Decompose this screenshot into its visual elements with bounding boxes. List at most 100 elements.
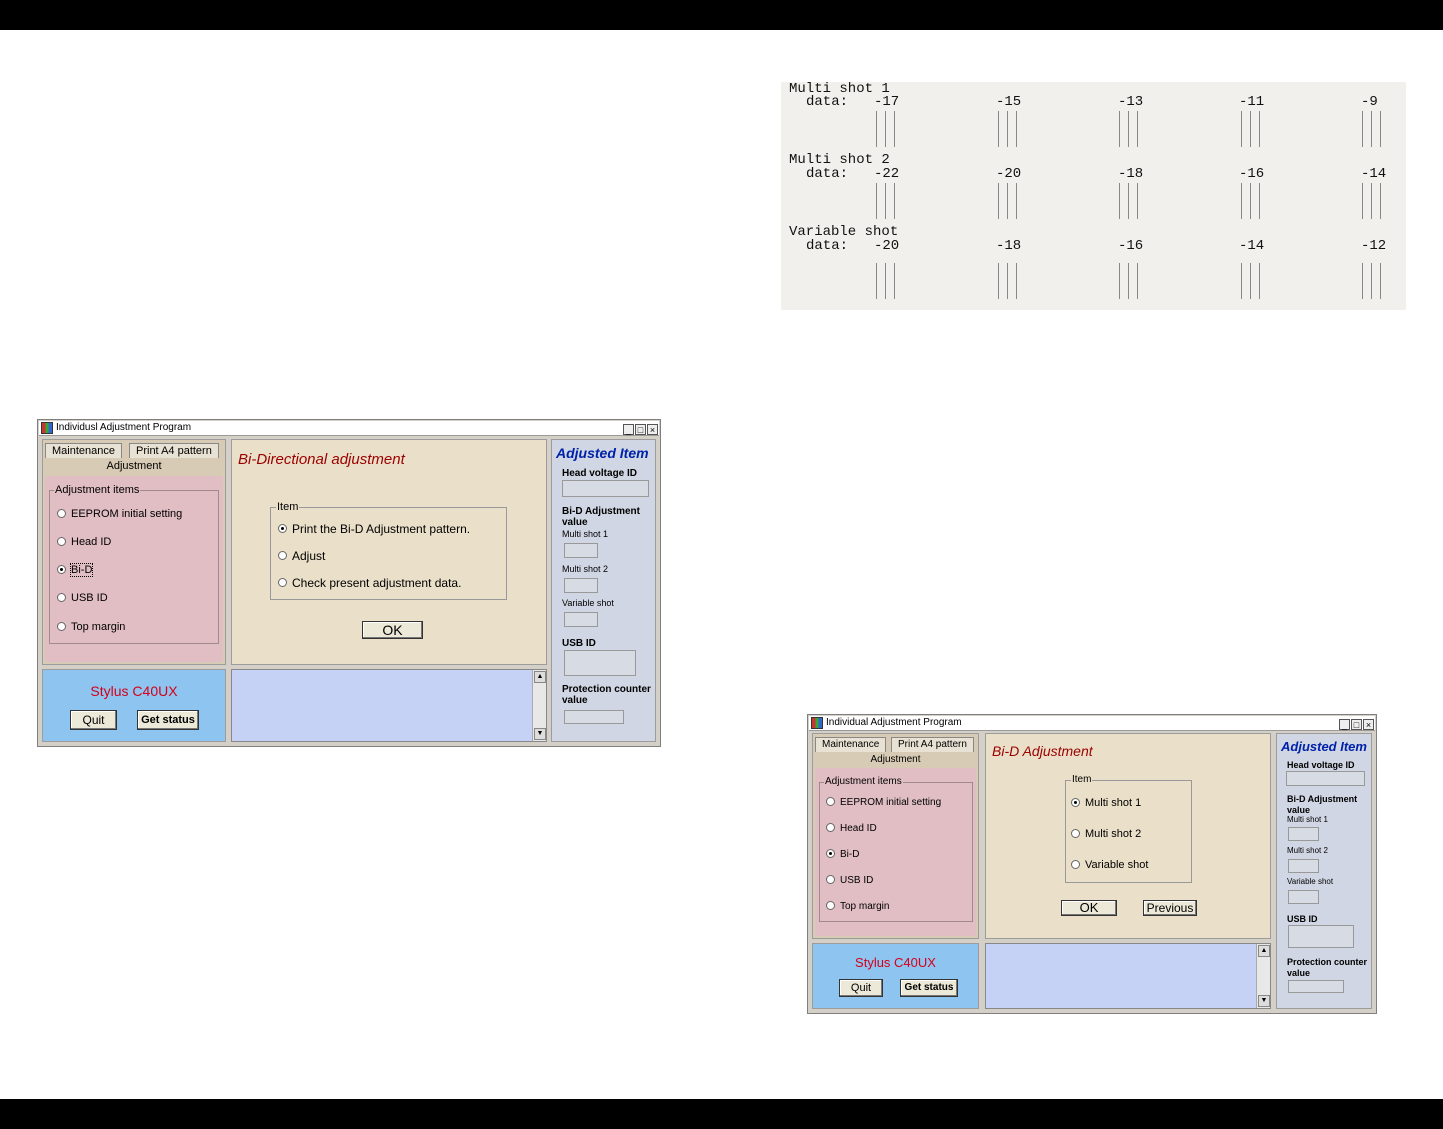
tab-maintenance[interactable]: Maintenance [815,737,887,752]
radio-print-pattern[interactable]: Print the Bi-D Adjustment pattern. [278,522,470,536]
variable-shot-field [1288,890,1319,904]
maximize-icon[interactable]: □ [635,424,646,435]
radio-bi-d[interactable]: Bi-D [57,563,94,577]
adjustment-items-group: Adjustment items EEPROM initial setting … [819,775,973,922]
radio-head-id[interactable]: Head ID [57,535,111,549]
scrollbar[interactable]: ▲ ▼ [532,670,546,741]
radio-check-data[interactable]: Check present adjustment data. [278,576,461,590]
scrollbar[interactable]: ▲ ▼ [1256,944,1270,1008]
adjusted-item-title: Adjusted Item [1281,739,1367,754]
pattern-lines [1241,183,1267,219]
adjustment-window-2: Individual Adjustment Program _ □ × Mainte… [807,714,1377,1014]
radio-top-margin[interactable]: Top margin [826,900,889,914]
pattern-row-label: data: [806,94,849,110]
minimize-icon[interactable]: _ [1339,719,1350,730]
item-group: Item Multi shot 1 Multi shot 2 Variable … [1065,773,1192,883]
radio-head-id[interactable]: Head ID [826,822,877,836]
radio-icon [826,822,835,832]
multi-shot-1-label: Multi shot 1 [1287,815,1328,824]
pattern-lines [1362,263,1388,299]
radio-variable-shot[interactable]: Variable shot [1071,858,1148,872]
close-icon[interactable]: × [1363,719,1374,730]
quit-button[interactable]: Quit [839,979,883,997]
adjusted-item-panel: Adjusted Item Head voltage ID Bi-D Adjus… [551,439,656,742]
pattern-lines [1241,111,1267,147]
get-status-button[interactable]: Get status [900,979,958,997]
pattern-value: -14 [1239,238,1265,254]
pattern-lines [998,111,1024,147]
pattern-lines [876,183,902,219]
radio-top-margin[interactable]: Top margin [57,620,125,634]
multi-shot-1-label: Multi shot 1 [562,529,609,539]
scroll-up-icon[interactable]: ▲ [1258,945,1270,957]
tab-maintenance[interactable]: Maintenance [45,443,122,458]
radio-adjust[interactable]: Adjust [278,549,325,563]
app-icon [811,717,823,729]
bi-d-print-pattern: Multi shot 1 data: -17 -15 -13 -11 -9 Mu… [781,82,1406,310]
radio-eeprom[interactable]: EEPROM initial setting [826,796,941,810]
pattern-value: -18 [1118,166,1144,182]
pattern-lines [998,263,1024,299]
pattern-value: -22 [874,166,900,182]
radio-usb-id[interactable]: USB ID [826,874,873,888]
multi-shot-1-field [1288,827,1319,841]
model-name: Stylus C40UX [90,683,178,699]
protection-counter-field [1288,980,1344,993]
page-title: Bi-D Adjustment [992,743,1093,759]
close-icon[interactable]: × [647,424,658,435]
center-panel: Bi-Directional adjustment Item Print the… [231,439,547,665]
multi-shot-1-field [564,543,598,558]
tab-adjustment[interactable]: Adjustment [813,752,978,768]
get-status-button[interactable]: Get status [137,710,199,730]
tab-adjustment[interactable]: Adjustment [43,458,225,474]
bid-value-label: Bi-D Adjustment value [562,506,640,528]
usb-id-label: USB ID [562,638,596,649]
model-panel: Stylus C40UX Quit Get status [42,669,226,742]
radio-icon [278,578,287,588]
multi-shot-2-label: Multi shot 2 [1287,846,1328,855]
maximize-icon[interactable]: □ [1351,719,1362,730]
ok-button[interactable]: OK [1061,900,1117,916]
group-label: Adjustment items [824,775,903,789]
item-group: Item Print the Bi-D Adjustment pattern. … [270,500,507,600]
variable-shot-label: Variable shot [1287,877,1334,886]
head-voltage-label: Head voltage ID [1287,760,1355,770]
window-title: Individusl Adjustment Program [56,422,192,433]
radio-selected-icon [57,564,66,574]
scroll-down-icon[interactable]: ▼ [1258,995,1270,1007]
protection-counter-label: Protection counter value [1287,957,1368,978]
pattern-lines [1119,183,1145,219]
multi-shot-2-field [1288,859,1319,873]
minimize-icon[interactable]: _ [623,424,634,435]
group-label: Item [276,500,300,514]
radio-bi-d[interactable]: Bi-D [826,848,859,862]
usb-id-field [564,650,636,676]
ok-button[interactable]: OK [362,621,423,639]
pattern-value: -17 [874,94,900,110]
head-voltage-field [562,480,649,497]
previous-button[interactable]: Previous [1143,900,1197,916]
quit-button[interactable]: Quit [70,710,117,730]
window-title: Individual Adjustment Program [826,717,962,728]
multi-shot-2-field [564,578,598,593]
scroll-down-icon[interactable]: ▼ [534,728,546,740]
log-area[interactable]: ▲ ▼ [985,943,1271,1009]
pattern-lines [1362,111,1388,147]
log-area[interactable]: ▲ ▼ [231,669,547,742]
head-voltage-field [1286,771,1365,786]
pattern-value: -18 [996,238,1022,254]
model-panel: Stylus C40UX Quit Get status [812,943,979,1009]
radio-eeprom[interactable]: EEPROM initial setting [57,507,182,521]
radio-icon [1071,828,1080,838]
radio-selected-icon [1071,797,1080,807]
scroll-up-icon[interactable]: ▲ [534,671,546,683]
pattern-value: -12 [1361,238,1387,254]
radio-multi-shot-1[interactable]: Multi shot 1 [1071,796,1141,810]
group-label: Adjustment items [54,483,141,497]
radio-multi-shot-2[interactable]: Multi shot 2 [1071,827,1141,841]
radio-usb-id[interactable]: USB ID [57,591,108,605]
adjusted-item-panel: Adjusted Item Head voltage ID Bi-D Adjus… [1276,733,1372,1009]
tab-print-a4-pattern[interactable]: Print A4 pattern [129,443,219,458]
pattern-row-label: data: [806,166,849,182]
tab-print-a4-pattern[interactable]: Print A4 pattern [891,737,974,752]
